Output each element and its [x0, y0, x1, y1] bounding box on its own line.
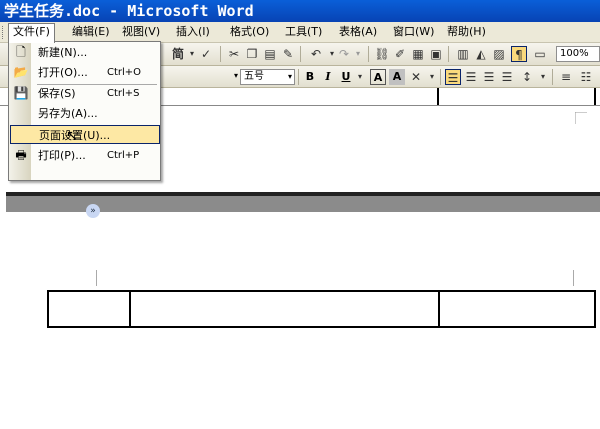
toolbar-separator: [300, 46, 301, 62]
align-left-icon[interactable]: ☰: [445, 69, 461, 85]
justify-icon[interactable]: ☰: [499, 69, 515, 85]
menu-item-shortcut: Ctrl+O: [107, 67, 142, 78]
mouse-cursor-icon: ↖: [66, 128, 78, 144]
menu-tools[interactable]: 工具(T): [281, 24, 326, 40]
menu-insert[interactable]: 插入(I): [172, 24, 214, 40]
char-shading-button[interactable]: A: [389, 69, 405, 85]
align-right-icon[interactable]: ☰: [481, 69, 497, 85]
menu-help[interactable]: 帮助(H): [443, 24, 490, 40]
menu-item-label: 打开(O)...: [38, 66, 88, 79]
insert-excel-icon[interactable]: ▣: [428, 46, 444, 62]
line-spacing-dropdown-icon[interactable]: ▾: [535, 69, 551, 85]
font-size-combo[interactable]: 五号 ▾: [240, 69, 295, 85]
menu-item-open[interactable]: 📂 打开(O)... Ctrl+O: [10, 63, 160, 82]
table-cell-border: [437, 88, 439, 105]
undo-icon[interactable]: ↶: [308, 46, 324, 62]
menu-item-save-as[interactable]: 另存为(A)...: [10, 104, 160, 123]
zoom-combo[interactable]: 100%: [556, 46, 600, 62]
file-menu-dropdown: 🗋 新建(N)... 📂 打开(O)... Ctrl+O 💾 保存(S) Ctr…: [8, 41, 161, 218]
insert-table-icon[interactable]: ▦: [410, 46, 426, 62]
menu-grip[interactable]: [2, 26, 6, 39]
chevron-down-icon: ▾: [287, 72, 292, 81]
menu-item-label: 保存(S): [38, 87, 76, 100]
italic-button[interactable]: I: [320, 69, 336, 85]
numbering-icon[interactable]: ≡: [558, 69, 574, 85]
drawing-icon[interactable]: ◭: [473, 46, 489, 62]
toolbar-separator: [220, 46, 221, 62]
expand-menu-chevron-icon[interactable]: »: [86, 204, 100, 218]
toolbar-separator: [552, 69, 553, 85]
format-painter-icon[interactable]: ✎: [280, 46, 296, 62]
margin-corner-mark: [575, 112, 587, 124]
document-map-icon[interactable]: ▨: [491, 46, 507, 62]
align-center-icon[interactable]: ☰: [463, 69, 479, 85]
menu-bar: 文件(F) 编辑(E) 视图(V) 插入(I) 格式(O) 工具(T) 表格(A…: [0, 22, 600, 43]
document-table[interactable]: [47, 290, 596, 328]
toolbar-separator: [440, 69, 441, 85]
show-hide-marks-icon[interactable]: ¶: [511, 46, 527, 62]
line-spacing-icon[interactable]: ↕: [519, 69, 535, 85]
font-size-value: 五号: [244, 71, 264, 82]
underline-dropdown-icon[interactable]: ▾: [352, 69, 368, 85]
menu-item-shortcut: Ctrl+S: [107, 88, 140, 99]
zoom-value: 100%: [560, 48, 589, 59]
paste-icon[interactable]: ▤: [262, 46, 278, 62]
title-bar: 学生任务.doc - Microsoft Word: [0, 0, 600, 22]
menu-item-label: 新建(N)...: [38, 46, 88, 59]
menu-item-save[interactable]: 💾 保存(S) Ctrl+S: [10, 84, 160, 103]
menu-item-new[interactable]: 🗋 新建(N)...: [10, 43, 160, 62]
char-scaling-icon[interactable]: ✕: [408, 69, 424, 85]
table-cell-border: [594, 88, 596, 105]
window-title: 学生任务.doc - Microsoft Word: [4, 2, 254, 20]
char-scaling-dropdown-icon[interactable]: ▾: [424, 69, 440, 85]
menu-view[interactable]: 视图(V): [118, 24, 164, 40]
cut-icon[interactable]: ✂: [226, 46, 242, 62]
char-border-button[interactable]: A: [370, 69, 386, 85]
tables-borders-icon[interactable]: ✐: [392, 46, 408, 62]
margin-mark-right: [573, 270, 574, 286]
bullets-icon[interactable]: ☷: [578, 69, 594, 85]
reading-mode-icon[interactable]: ▭: [532, 46, 548, 62]
menu-item-shortcut: Ctrl+P: [107, 150, 140, 161]
hyperlink-icon[interactable]: ⛓: [374, 46, 390, 62]
menu-format[interactable]: 格式(O): [226, 24, 273, 40]
columns-icon[interactable]: ▥: [455, 46, 471, 62]
copy-icon[interactable]: ❐: [244, 46, 260, 62]
menu-window[interactable]: 窗口(W): [389, 24, 438, 40]
menu-table[interactable]: 表格(A): [335, 24, 381, 40]
toolbar-separator: [298, 69, 299, 85]
spelling-icon[interactable]: ✓: [198, 46, 214, 62]
menu-edit[interactable]: 编辑(E): [68, 24, 114, 40]
menu-item-label: 另存为(A)...: [38, 107, 98, 120]
open-folder-icon: 📂: [13, 65, 29, 79]
margin-mark-left: [96, 270, 97, 286]
table-cell-border: [129, 292, 131, 326]
toolbar-separator: [448, 46, 449, 62]
bold-button[interactable]: B: [302, 69, 318, 85]
redo-dropdown-icon[interactable]: ▾: [350, 46, 366, 62]
save-icon: 💾: [13, 86, 29, 100]
table-cell-border: [438, 292, 440, 326]
toolbar-separator: [368, 46, 369, 62]
new-document-icon: 🗋: [16, 45, 26, 59]
menu-item-page-setup[interactable]: 页面设置(U)...: [10, 125, 160, 144]
printer-icon: 🖶: [15, 148, 27, 162]
menu-file[interactable]: 文件(F): [8, 23, 55, 43]
menu-item-label: 打印(P)...: [38, 149, 86, 162]
menu-item-print[interactable]: 🖶 打印(P)... Ctrl+P: [10, 146, 160, 165]
